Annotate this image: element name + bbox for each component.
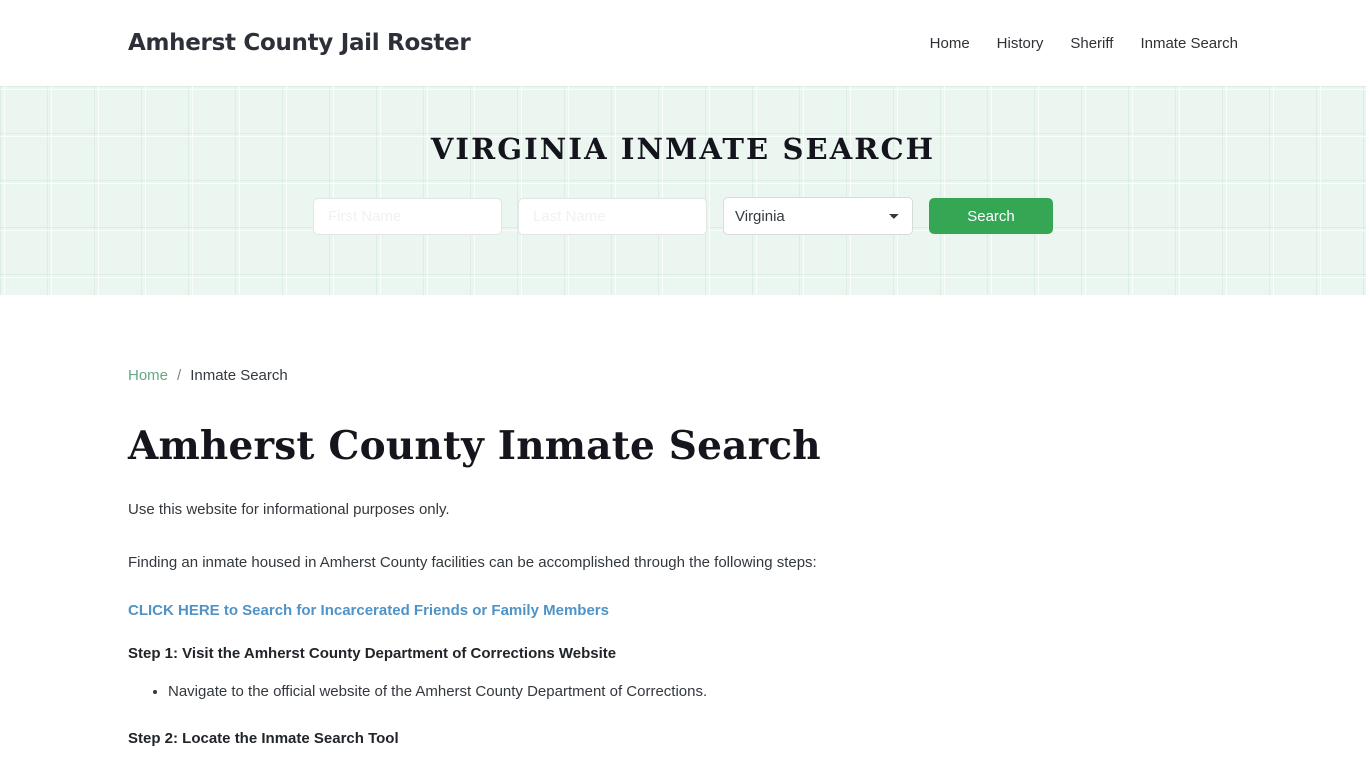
step-2-list: Scroll down the webpage and look for the…	[128, 747, 1238, 768]
inmate-search-form: Virginia Search	[313, 197, 1053, 235]
nav-item-sheriff[interactable]: Sheriff	[1070, 35, 1113, 52]
breadcrumb-current: Inmate Search	[190, 367, 288, 384]
nav-item-inmate-search[interactable]: Inmate Search	[1140, 35, 1238, 52]
breadcrumb: Home / Inmate Search	[128, 295, 1238, 384]
hero-title: VIRGINIA INMATE SEARCH	[430, 132, 936, 166]
breadcrumb-separator: /	[177, 367, 182, 384]
last-name-input[interactable]	[518, 197, 707, 235]
nav-item-home[interactable]: Home	[930, 35, 970, 52]
list-item: Navigate to the official website of the …	[168, 681, 1238, 704]
nav-item-history[interactable]: History	[997, 35, 1044, 52]
breadcrumb-home-link[interactable]: Home	[128, 367, 168, 384]
step-2-heading: Step 2: Locate the Inmate Search Tool	[128, 729, 399, 747]
site-brand-title: Amherst County Jail Roster	[128, 30, 471, 56]
cta-search-link[interactable]: CLICK HERE to Search for Incarcerated Fr…	[128, 574, 1238, 619]
intro-paragraph-2: Finding an inmate housed in Amherst Coun…	[128, 553, 817, 571]
main-navigation: Home History Sheriff Inmate Search	[930, 35, 1238, 52]
page-title: Amherst County Inmate Search	[128, 423, 821, 469]
main-content: Home / Inmate Search Amherst County Inma…	[0, 295, 1366, 768]
site-header: Amherst County Jail Roster Home History …	[0, 0, 1366, 86]
state-select[interactable]: Virginia	[723, 197, 913, 235]
search-button[interactable]: Search	[929, 198, 1053, 234]
first-name-input[interactable]	[313, 197, 502, 235]
step-1-list: Navigate to the official website of the …	[128, 662, 1238, 704]
hero-search-banner: VIRGINIA INMATE SEARCH Virginia Search	[0, 86, 1366, 295]
intro-paragraph-1: Use this website for informational purpo…	[128, 501, 450, 518]
step-1-heading: Step 1: Visit the Amherst County Departm…	[128, 645, 617, 662]
